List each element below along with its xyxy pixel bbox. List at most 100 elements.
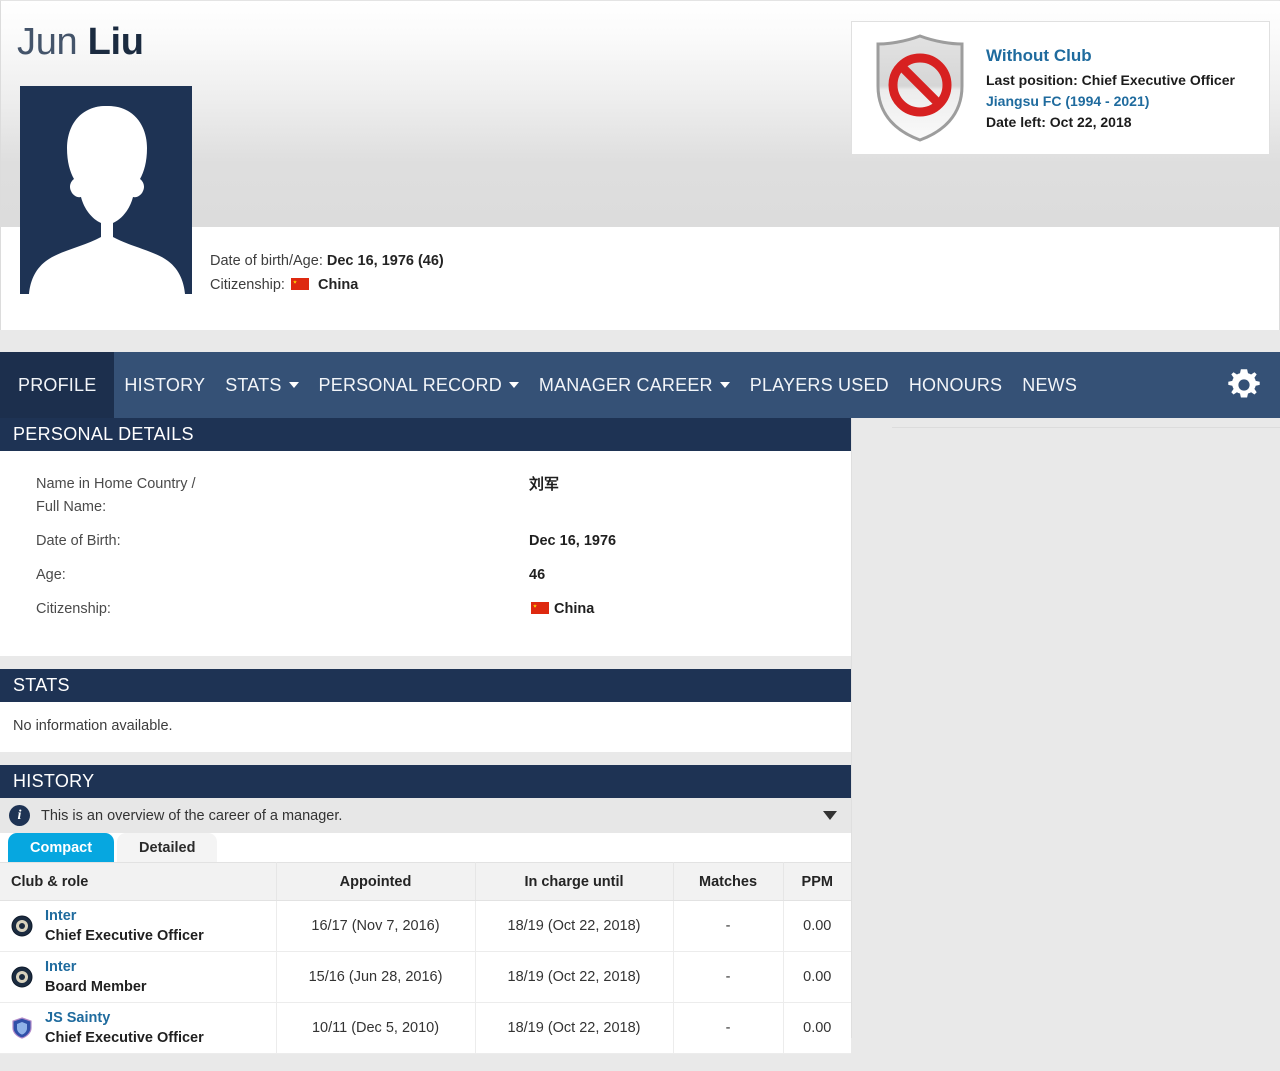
nav-label-manager-career: Manager Career bbox=[538, 374, 713, 395]
dob-value: Dec 16, 1976 (46) bbox=[326, 253, 444, 269]
history-table: Club & role Appointed In charge until Ma… bbox=[0, 862, 851, 1054]
nav-item-personal-record[interactable]: Personal Record bbox=[309, 352, 529, 418]
detail-label-age: Age: bbox=[36, 567, 66, 583]
dob-row: Date of birth/Age: Dec 16, 1976 (46) bbox=[210, 249, 444, 273]
chevron-down-icon bbox=[288, 382, 299, 388]
club-link[interactable]: Jiangsu FC (1994 - 2021) bbox=[986, 91, 1235, 112]
cell-club-role: JS Sainty Chief Executive Officer bbox=[0, 1002, 277, 1054]
profile-header: Jun Liu Date of birth/Age: Dec 16, 1976 … bbox=[0, 0, 1280, 330]
detail-row-age: Age: 46 bbox=[0, 564, 851, 598]
chevron-down-icon[interactable] bbox=[823, 811, 837, 820]
nav-item-stats[interactable]: Stats bbox=[215, 352, 308, 418]
personal-details-body: Name in Home Country / Full Name: 刘军 Dat… bbox=[0, 451, 851, 656]
china-flag-icon bbox=[531, 602, 549, 614]
main-navigation: Profile History Stats Personal Record Ma… bbox=[0, 352, 1280, 418]
stats-empty-text: No information available. bbox=[13, 718, 173, 734]
detail-label-citizenship: Citizenship: bbox=[36, 601, 111, 617]
table-row: Inter Chief Executive Officer 16/17 (Nov… bbox=[0, 900, 851, 952]
china-flag-icon bbox=[290, 278, 309, 290]
tab-detailed-label: Detailed bbox=[139, 839, 196, 856]
cell-club-role: Inter Board Member bbox=[0, 951, 277, 1003]
player-photo bbox=[20, 86, 192, 294]
cell-ppm: 0.00 bbox=[783, 900, 851, 952]
chevron-down-icon bbox=[508, 382, 519, 388]
club-status-title: Without Club bbox=[986, 46, 1092, 65]
nav-label-personal-record: Personal Record bbox=[318, 374, 502, 395]
gear-icon[interactable] bbox=[1222, 363, 1266, 407]
nav-item-profile[interactable]: Profile bbox=[0, 352, 115, 418]
nav-label-players-used: Players used bbox=[749, 374, 889, 395]
club-link[interactable]: Inter bbox=[45, 959, 76, 975]
detail-label-dob: Date of Birth: bbox=[36, 533, 121, 549]
club-link[interactable]: Inter bbox=[45, 908, 76, 924]
history-table-head: Club & role Appointed In charge until Ma… bbox=[0, 862, 851, 901]
cell-in-charge-until: 18/19 (Oct 22, 2018) bbox=[475, 900, 674, 952]
table-row: Inter Board Member 15/16 (Jun 28, 2016) … bbox=[0, 951, 851, 1003]
js-sainty-crest-icon bbox=[11, 1017, 33, 1039]
column-header-in-charge-until[interactable]: In charge until bbox=[475, 862, 674, 901]
right-sidebar bbox=[851, 418, 1280, 1038]
player-first-name: Jun bbox=[17, 21, 78, 63]
nav-item-history[interactable]: History bbox=[114, 352, 215, 418]
history-info-bar: i This is an overview of the career of a… bbox=[0, 798, 851, 833]
club-last-position: Last position: Chief Executive Officer bbox=[986, 72, 1235, 88]
cell-matches: - bbox=[673, 900, 784, 952]
inter-crest-icon bbox=[11, 915, 33, 937]
cell-appointed: 10/11 (Dec 5, 2010) bbox=[276, 1002, 476, 1054]
cell-matches: - bbox=[673, 1002, 784, 1054]
nav-item-players-used[interactable]: Players used bbox=[740, 352, 899, 418]
stats-box: Stats No information available. bbox=[0, 669, 851, 752]
citizenship-label: Citizenship: bbox=[210, 277, 285, 293]
info-icon: i bbox=[9, 805, 30, 826]
tab-compact-label: Compact bbox=[30, 839, 93, 856]
club-link[interactable]: JS Sainty bbox=[45, 1010, 110, 1026]
club-role: Chief Executive Officer bbox=[45, 928, 204, 944]
history-tabs: Compact Detailed bbox=[0, 833, 851, 862]
nav-item-manager-career[interactable]: Manager Career bbox=[529, 352, 740, 418]
header-facts: Date of birth/Age: Dec 16, 1976 (46) Cit… bbox=[210, 249, 444, 297]
chevron-down-icon bbox=[719, 382, 730, 388]
history-box: History i This is an overview of the car… bbox=[0, 765, 851, 1054]
cell-appointed: 16/17 (Nov 7, 2016) bbox=[276, 900, 476, 952]
detail-row-home-name: Name in Home Country / Full Name: 刘军 bbox=[0, 473, 851, 530]
detail-value-citizenship: China bbox=[529, 598, 594, 621]
detail-row-dob: Date of Birth: Dec 16, 1976 bbox=[0, 530, 851, 564]
cell-appointed: 15/16 (Jun 28, 2016) bbox=[276, 951, 476, 1003]
nav-label-honours: Honours bbox=[908, 374, 1003, 395]
tab-compact[interactable]: Compact bbox=[8, 833, 115, 862]
detail-row-citizenship: Citizenship: China bbox=[0, 598, 851, 632]
dob-label: Date of birth/Age: bbox=[210, 253, 323, 269]
nav-item-news[interactable]: News bbox=[1012, 352, 1087, 418]
main-column: Personal Details Name in Home Country / … bbox=[0, 418, 851, 1067]
player-last-name: Liu bbox=[87, 21, 144, 63]
nav-label-news: News bbox=[1022, 374, 1078, 395]
page-title: Jun Liu bbox=[17, 19, 144, 65]
stats-heading: Stats bbox=[0, 669, 851, 702]
without-club-shield-icon bbox=[864, 29, 976, 147]
nav-label-profile: Profile bbox=[18, 374, 97, 395]
column-header-appointed[interactable]: Appointed bbox=[276, 862, 476, 901]
tab-detailed[interactable]: Detailed bbox=[117, 833, 218, 862]
column-header-ppm[interactable]: PPM bbox=[783, 862, 851, 901]
player-silhouette-icon bbox=[20, 86, 192, 294]
detail-label-home-name: Name in Home Country / Full Name: bbox=[0, 473, 529, 519]
cell-in-charge-until: 18/19 (Oct 22, 2018) bbox=[475, 951, 674, 1003]
club-role: Chief Executive Officer bbox=[45, 1030, 204, 1046]
cell-in-charge-until: 18/19 (Oct 22, 2018) bbox=[475, 1002, 674, 1054]
column-header-club-role[interactable]: Club & role bbox=[0, 862, 277, 901]
nav-label-history: History bbox=[124, 374, 206, 395]
detail-label-line1: Name in Home Country / bbox=[36, 476, 196, 492]
cell-club-role: Inter Chief Executive Officer bbox=[0, 900, 277, 952]
current-club-card: Without Club Last position: Chief Execut… bbox=[851, 21, 1270, 155]
inter-crest-icon bbox=[11, 966, 33, 988]
sidebar-divider bbox=[892, 427, 1280, 428]
detail-value-age: 46 bbox=[529, 567, 546, 583]
nav-item-honours[interactable]: Honours bbox=[899, 352, 1012, 418]
detail-value-dob: Dec 16, 1976 bbox=[529, 533, 617, 549]
table-header-row: Club & role Appointed In charge until Ma… bbox=[0, 862, 851, 901]
club-role: Board Member bbox=[45, 979, 147, 995]
column-header-matches[interactable]: Matches bbox=[673, 862, 784, 901]
club-info: Without Club Last position: Chief Execut… bbox=[986, 43, 1235, 133]
personal-details-box: Personal Details Name in Home Country / … bbox=[0, 418, 851, 656]
club-date-left: Date left: Oct 22, 2018 bbox=[986, 114, 1132, 130]
